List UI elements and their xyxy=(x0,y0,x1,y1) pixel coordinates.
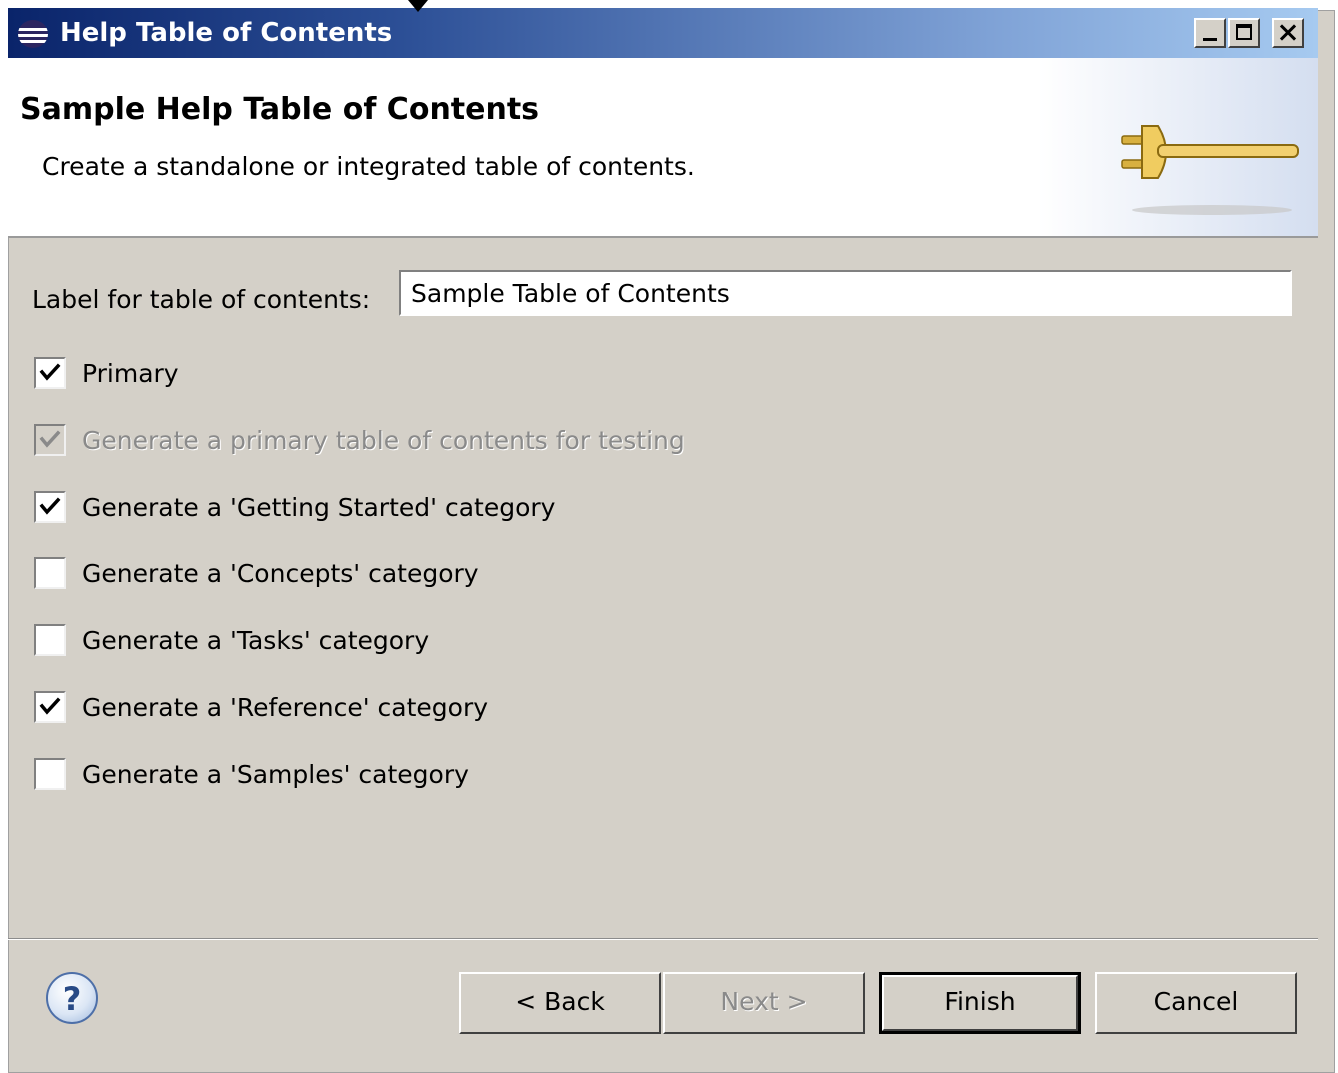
checkmark-icon xyxy=(39,497,61,515)
page-description: Create a standalone or integrated table … xyxy=(42,152,695,181)
help-icon: ? xyxy=(62,980,82,1018)
close-button[interactable] xyxy=(1272,18,1304,48)
checkmark-icon xyxy=(39,430,61,448)
option-checkbox[interactable] xyxy=(34,557,66,589)
separator xyxy=(8,938,1318,940)
cursor-pointer-icon xyxy=(408,0,428,12)
plug-icon xyxy=(1121,125,1299,215)
cancel-button[interactable]: Cancel xyxy=(1095,972,1297,1034)
option-label: Generate a 'Samples' category xyxy=(82,760,469,789)
toc-label: Label for table of contents: xyxy=(32,285,371,314)
maximize-icon xyxy=(1236,24,1252,40)
title-bar[interactable]: Help Table of Contents xyxy=(8,8,1318,58)
wizard-header: Sample Help Table of Contents Create a s… xyxy=(8,58,1318,238)
back-button[interactable]: < Back xyxy=(459,972,661,1034)
window-title: Help Table of Contents xyxy=(60,18,393,48)
option-label: Generate a 'Concepts' category xyxy=(82,559,479,588)
help-button[interactable]: ? xyxy=(46,972,98,1024)
option-checkbox[interactable] xyxy=(34,491,66,523)
option-label: Generate a primary table of contents for… xyxy=(82,426,685,455)
option-checkbox[interactable] xyxy=(34,758,66,790)
checkmark-icon xyxy=(39,697,61,715)
option-checkbox[interactable] xyxy=(34,357,66,389)
option-label: Generate a 'Getting Started' category xyxy=(82,493,556,522)
finish-label: Finish xyxy=(944,987,1016,1016)
option-checkbox[interactable] xyxy=(34,624,66,656)
page-title: Sample Help Table of Contents xyxy=(20,92,540,127)
option-label: Primary xyxy=(82,359,179,388)
maximize-button[interactable] xyxy=(1228,18,1260,48)
toc-label-input[interactable] xyxy=(399,270,1292,316)
option-checkbox[interactable] xyxy=(34,691,66,723)
finish-button[interactable]: Finish xyxy=(879,972,1081,1034)
minimize-button[interactable] xyxy=(1194,18,1226,48)
option-label: Generate a 'Tasks' category xyxy=(82,626,430,655)
minimize-icon xyxy=(1203,38,1217,41)
checkmark-icon xyxy=(39,363,61,381)
next-button[interactable]: Next > xyxy=(663,972,865,1034)
option-label: Generate a 'Reference' category xyxy=(82,693,489,722)
eclipse-icon xyxy=(18,20,48,48)
option-checkbox xyxy=(34,424,66,456)
